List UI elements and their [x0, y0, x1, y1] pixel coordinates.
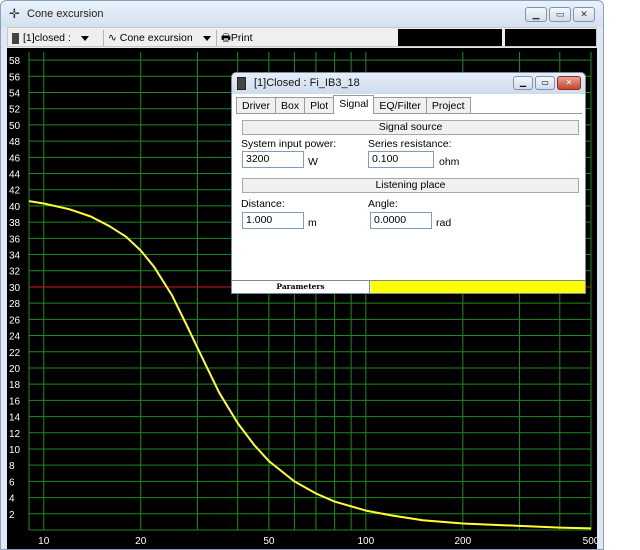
- y-tick-label: 24: [9, 332, 21, 343]
- parameters-dialog: [1]Closed : Fi_IB3_18 ▁ ▭ ✕ Driver Box P…: [231, 72, 586, 294]
- system-input-power-input[interactable]: 3200: [242, 151, 304, 168]
- distance-input[interactable]: 1.000: [242, 212, 304, 229]
- x-tick-label: 50: [263, 536, 275, 547]
- y-tick-label: 42: [9, 186, 21, 197]
- dialog-titlebar[interactable]: [1]Closed : Fi_IB3_18 ▁ ▭ ✕: [232, 73, 585, 94]
- y-tick-label: 12: [9, 429, 21, 440]
- chevron-down-icon: [80, 35, 89, 41]
- close-button[interactable]: ✕: [573, 7, 595, 22]
- tab-box[interactable]: Box: [275, 97, 306, 114]
- x-tick-label: 200: [454, 536, 471, 547]
- y-tick-label: 34: [9, 251, 21, 262]
- y-tick-label: 56: [9, 72, 21, 83]
- y-tick-label: 30: [9, 283, 21, 294]
- dialog-controls: ▁ ▭ ✕: [513, 76, 581, 90]
- document-icon: [12, 32, 19, 44]
- dialog-close-button[interactable]: ✕: [557, 76, 581, 90]
- dialog-maximize-button[interactable]: ▭: [535, 76, 555, 90]
- y-tick-label: 16: [9, 396, 21, 407]
- window-controls: ▁ ▭ ✕: [525, 7, 595, 22]
- waveform-icon: ∿: [108, 32, 117, 44]
- y-tick-label: 28: [9, 299, 21, 310]
- y-tick-label: 20: [9, 364, 21, 375]
- dialog-tabs: Driver Box Plot Signal EQ/Filter Project: [236, 95, 471, 114]
- status-indicator: [371, 281, 585, 293]
- dialog-minimize-button[interactable]: ▁: [513, 76, 533, 90]
- x-tick-label: 100: [358, 536, 375, 547]
- y-tick-label: 38: [9, 218, 21, 229]
- y-tick-label: 50: [9, 121, 21, 132]
- x-tick-label: 500: [583, 536, 597, 547]
- toolbar-separator: [103, 30, 104, 46]
- printer-icon: 🖶: [221, 32, 231, 44]
- y-tick-label: 40: [9, 202, 21, 213]
- y-tick-label: 36: [9, 234, 21, 245]
- y-tick-label: 8: [9, 461, 15, 472]
- y-tick-label: 26: [9, 315, 21, 326]
- y-tick-label: 48: [9, 137, 21, 148]
- readout-box-1: [398, 29, 502, 46]
- y-tick-label: 22: [9, 348, 21, 359]
- print-label: Print: [230, 32, 253, 44]
- view-select-label: Cone excursion: [119, 32, 193, 44]
- tab-eq-filter[interactable]: EQ/Filter: [373, 97, 427, 114]
- maximize-button[interactable]: ▭: [549, 7, 571, 22]
- resistance-unit: ohm: [439, 156, 460, 168]
- x-tick-label: 20: [135, 536, 147, 547]
- readout-box-2: [505, 29, 596, 46]
- signal-source-header: Signal source: [242, 120, 579, 135]
- dialog-title: [1]Closed : Fi_IB3_18: [254, 77, 360, 89]
- system-input-power-label: System input power:: [241, 138, 337, 150]
- window-title: Cone excursion: [27, 8, 104, 20]
- signal-tab-panel: Signal source System input power: 3200 W…: [236, 113, 582, 279]
- status-parameters: Parameters: [232, 281, 370, 293]
- series-resistance-input[interactable]: 0.100: [368, 151, 434, 168]
- power-unit: W: [308, 156, 318, 168]
- y-tick-label: 4: [9, 494, 15, 505]
- angle-unit: rad: [436, 217, 452, 229]
- tab-driver[interactable]: Driver: [236, 97, 276, 114]
- crosshair-icon: ✛: [9, 6, 20, 21]
- listening-place-header: Listening place: [242, 178, 579, 193]
- series-resistance-label: Series resistance:: [368, 138, 452, 150]
- chevron-down-icon: [202, 35, 211, 41]
- y-tick-label: 6: [9, 477, 15, 488]
- y-tick-label: 54: [9, 89, 21, 100]
- project-select-label: [1]closed :: [23, 32, 71, 44]
- distance-unit: m: [308, 217, 317, 229]
- angle-label: Angle:: [368, 198, 398, 210]
- y-tick-label: 46: [9, 153, 21, 164]
- print-button[interactable]: 🖶Print: [221, 30, 253, 46]
- y-tick-label: 18: [9, 380, 21, 391]
- dialog-status-bar: Parameters: [232, 280, 585, 293]
- tab-signal[interactable]: Signal: [333, 95, 375, 114]
- y-tick-label: 32: [9, 267, 21, 278]
- view-select[interactable]: ∿ Cone excursion: [108, 30, 211, 46]
- angle-input[interactable]: 0.0000: [370, 212, 432, 229]
- y-tick-label: 44: [9, 170, 21, 181]
- minimize-button[interactable]: ▁: [525, 7, 547, 22]
- tab-plot[interactable]: Plot: [304, 97, 335, 114]
- y-tick-label: 2: [9, 510, 15, 521]
- toolbar-separator: [216, 30, 217, 46]
- y-tick-label: 14: [9, 413, 21, 424]
- x-tick-label: 10: [38, 536, 50, 547]
- project-select[interactable]: [1]closed :: [12, 30, 89, 46]
- toolbar: [1]closed : ∿ Cone excursion 🖶Print: [7, 27, 597, 47]
- y-tick-label: 52: [9, 105, 21, 116]
- tab-project[interactable]: Project: [425, 97, 471, 114]
- y-tick-label: 10: [9, 445, 21, 456]
- y-tick-label: 58: [9, 56, 21, 67]
- distance-label: Distance:: [241, 198, 285, 210]
- window-titlebar[interactable]: ✛ Cone excursion ▁ ▭ ✕: [1, 1, 603, 27]
- document-icon: [237, 77, 246, 90]
